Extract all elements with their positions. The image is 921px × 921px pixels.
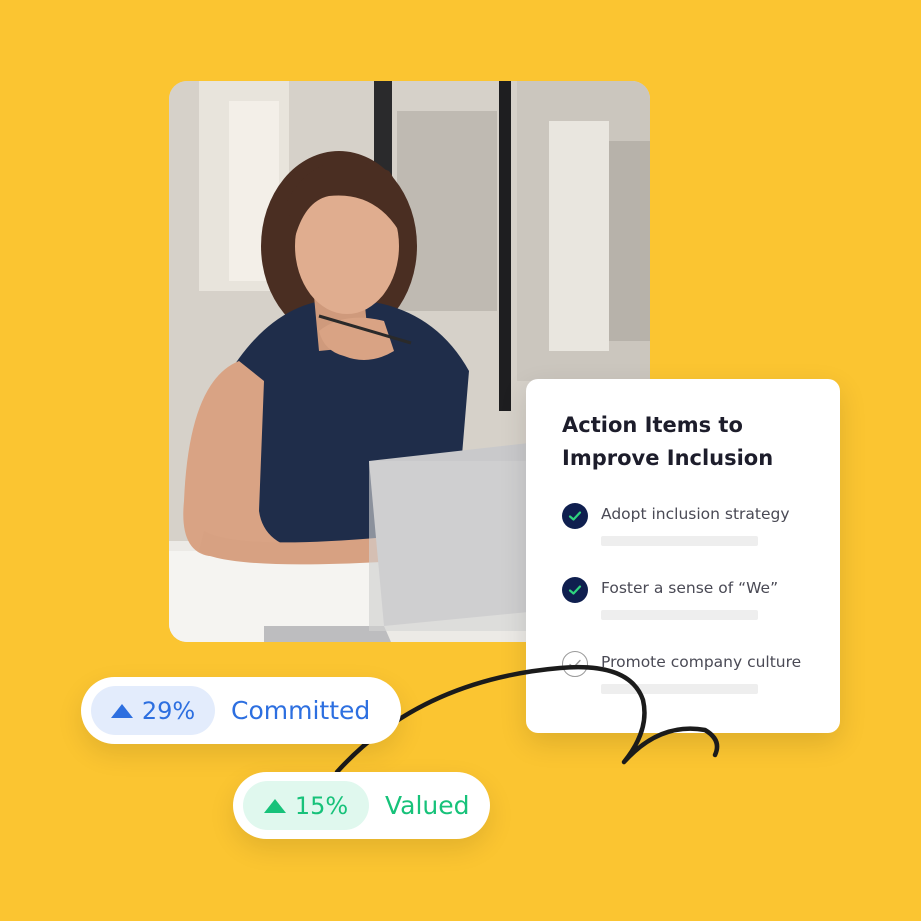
action-items-card: Action Items to Improve Inclusion Adopt … — [526, 379, 840, 733]
committed-change-badge: 29% — [91, 686, 215, 735]
action-list: Adopt inclusion strategy Foster a sense … — [562, 503, 840, 725]
action-item-label: Promote company culture — [601, 653, 802, 671]
action-item-label: Adopt inclusion strategy — [601, 505, 790, 523]
unchecked-circle-icon[interactable] — [562, 651, 588, 677]
action-item-label: Foster a sense of “We” — [601, 579, 779, 597]
arrow-up-icon — [110, 703, 133, 718]
valued-stat-pill: 15% Valued — [233, 772, 490, 839]
placeholder-bar — [601, 536, 758, 546]
card-title: Action Items to Improve Inclusion — [562, 413, 774, 470]
action-item[interactable]: Adopt inclusion strategy — [562, 503, 840, 577]
committed-value: 29% — [141, 696, 196, 725]
valued-change-badge: 15% — [243, 781, 369, 830]
committed-stat-pill: 29% Committed — [81, 677, 401, 744]
checked-circle-icon[interactable] — [562, 577, 588, 603]
action-item[interactable]: Promote company culture — [562, 651, 840, 725]
placeholder-bar — [601, 684, 758, 694]
valued-label: Valued — [385, 791, 470, 820]
valued-value: 15% — [294, 791, 349, 820]
committed-label: Committed — [231, 696, 371, 725]
action-item[interactable]: Foster a sense of “We” — [562, 577, 840, 651]
checked-circle-icon[interactable] — [562, 503, 588, 529]
arrow-up-icon — [263, 798, 286, 813]
placeholder-bar — [601, 610, 758, 620]
